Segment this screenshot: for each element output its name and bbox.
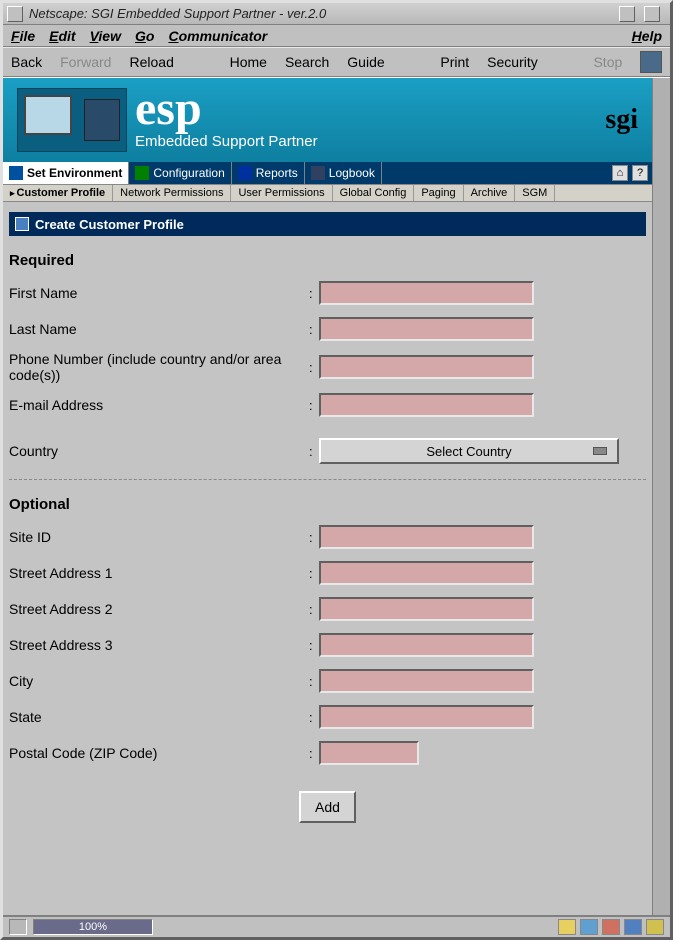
- subtab-network-permissions[interactable]: Network Permissions: [113, 185, 231, 201]
- subtab-global-config[interactable]: Global Config: [333, 185, 415, 201]
- addr1-input[interactable]: [319, 561, 534, 585]
- divider: [9, 479, 646, 480]
- form-area: Create Customer Profile Required First N…: [3, 202, 652, 833]
- help-icon[interactable]: ?: [632, 165, 648, 181]
- subtab-user-permissions[interactable]: User Permissions: [231, 185, 332, 201]
- lock-icon[interactable]: [9, 919, 27, 935]
- status-icon-2[interactable]: [580, 919, 598, 935]
- label-country: Country: [9, 443, 309, 459]
- secondary-nav: Customer Profile Network Permissions Use…: [3, 184, 652, 202]
- menu-communicator[interactable]: Communicator: [168, 28, 267, 44]
- search-button[interactable]: Search: [285, 54, 329, 70]
- sgi-logo: sgi: [605, 104, 638, 136]
- section-optional: Optional: [9, 496, 646, 513]
- label-last-name: Last Name: [9, 321, 309, 337]
- postal-input[interactable]: [319, 741, 419, 765]
- menu-go[interactable]: Go: [135, 28, 154, 44]
- throbber-icon: [640, 51, 662, 73]
- book-icon: [311, 166, 325, 180]
- tab-configuration[interactable]: Configuration: [129, 162, 231, 184]
- status-icon-1[interactable]: [558, 919, 576, 935]
- minimize-button[interactable]: [619, 6, 635, 22]
- status-icon-5[interactable]: [646, 919, 664, 935]
- titlebar[interactable]: Netscape: SGI Embedded Support Partner -…: [3, 3, 670, 25]
- status-icon-3[interactable]: [602, 919, 620, 935]
- browser-window: Netscape: SGI Embedded Support Partner -…: [0, 0, 673, 940]
- back-button[interactable]: Back: [11, 54, 42, 70]
- label-first-name: First Name: [9, 285, 309, 301]
- city-input[interactable]: [319, 669, 534, 693]
- label-addr3: Street Address 3: [9, 637, 309, 653]
- computer-graphic: [17, 88, 127, 152]
- stop-button[interactable]: Stop: [593, 54, 622, 70]
- label-phone: Phone Number (include country and/or are…: [9, 351, 309, 383]
- menu-edit[interactable]: Edit: [49, 28, 75, 44]
- addr3-input[interactable]: [319, 633, 534, 657]
- toolbar: Back Forward Reload Home Search Guide Pr…: [3, 47, 670, 77]
- last-name-input[interactable]: [319, 317, 534, 341]
- home-button[interactable]: Home: [230, 54, 267, 70]
- country-select[interactable]: Select Country: [319, 438, 619, 464]
- label-site-id: Site ID: [9, 529, 309, 545]
- statusbar: 100%: [3, 915, 670, 937]
- product-logo: esp: [135, 90, 318, 128]
- menubar: File Edit View Go Communicator Help: [3, 25, 670, 47]
- window-title: Netscape: SGI Embedded Support Partner -…: [29, 6, 619, 21]
- section-required: Required: [9, 252, 646, 269]
- label-state: State: [9, 709, 309, 725]
- label-addr2: Street Address 2: [9, 601, 309, 617]
- maximize-button[interactable]: [644, 6, 660, 22]
- state-input[interactable]: [319, 705, 534, 729]
- zoom-indicator: 100%: [33, 919, 153, 935]
- label-postal: Postal Code (ZIP Code): [9, 745, 309, 761]
- report-icon: [238, 166, 252, 180]
- vertical-scrollbar[interactable]: [652, 78, 670, 915]
- monitor-icon: [9, 166, 23, 180]
- product-subtitle: Embedded Support Partner: [135, 133, 318, 150]
- esp-banner: esp Embedded Support Partner sgi: [3, 78, 652, 162]
- site-id-input[interactable]: [319, 525, 534, 549]
- forward-button[interactable]: Forward: [60, 54, 111, 70]
- page: esp Embedded Support Partner sgi Set Env…: [3, 78, 652, 915]
- window-menu-button[interactable]: [7, 6, 23, 22]
- email-input[interactable]: [319, 393, 534, 417]
- subtab-customer-profile[interactable]: Customer Profile: [3, 185, 113, 201]
- phone-input[interactable]: [319, 355, 534, 379]
- addr2-input[interactable]: [319, 597, 534, 621]
- tab-reports[interactable]: Reports: [232, 162, 305, 184]
- menu-help[interactable]: Help: [632, 28, 662, 44]
- label-addr1: Street Address 1: [9, 565, 309, 581]
- add-button[interactable]: Add: [299, 791, 356, 823]
- subtab-paging[interactable]: Paging: [414, 185, 463, 201]
- tab-set-environment[interactable]: Set Environment: [3, 162, 129, 184]
- content-area: esp Embedded Support Partner sgi Set Env…: [3, 77, 670, 915]
- label-email: E-mail Address: [9, 397, 309, 413]
- menu-view[interactable]: View: [90, 28, 121, 44]
- check-icon: [135, 166, 149, 180]
- subtab-archive[interactable]: Archive: [464, 185, 516, 201]
- home-icon[interactable]: ⌂: [612, 165, 628, 181]
- menu-file[interactable]: File: [11, 28, 35, 44]
- reload-button[interactable]: Reload: [129, 54, 173, 70]
- print-button[interactable]: Print: [440, 54, 469, 70]
- first-name-input[interactable]: [319, 281, 534, 305]
- subtab-sgm[interactable]: SGM: [515, 185, 555, 201]
- guide-button[interactable]: Guide: [347, 54, 384, 70]
- status-icon-4[interactable]: [624, 919, 642, 935]
- security-button[interactable]: Security: [487, 54, 538, 70]
- primary-nav: Set Environment Configuration Reports Lo…: [3, 162, 652, 184]
- label-city: City: [9, 673, 309, 689]
- panel-icon: [15, 217, 29, 231]
- panel-header: Create Customer Profile: [9, 212, 646, 236]
- tab-logbook[interactable]: Logbook: [305, 162, 382, 184]
